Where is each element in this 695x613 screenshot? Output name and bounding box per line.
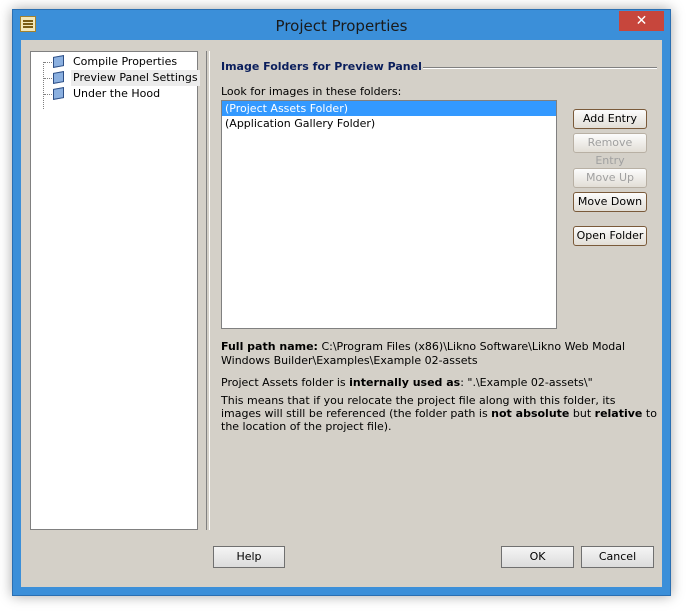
dialog-client-area: Compile Properties Preview Panel Setting… — [21, 40, 662, 587]
cube-icon — [53, 87, 64, 100]
project-properties-window: Project Properties ✕ Compile Properties … — [12, 9, 671, 596]
move-down-button[interactable]: Move Down — [573, 192, 647, 212]
close-button[interactable]: ✕ — [619, 11, 664, 31]
help-button[interactable]: Help — [213, 546, 285, 568]
tree-item-label: Under the Hood — [73, 87, 161, 100]
tree-connector — [43, 62, 44, 109]
list-item-application-gallery-folder[interactable]: (Application Gallery Folder) — [222, 116, 556, 131]
cancel-button[interactable]: Cancel — [581, 546, 654, 568]
settings-tree[interactable]: Compile Properties Preview Panel Setting… — [30, 51, 200, 530]
used-as-bold: internally used as — [349, 376, 461, 389]
ok-button[interactable]: OK — [501, 546, 574, 568]
window-title: Project Properties — [275, 17, 408, 35]
full-path-info: Full path name: C:\Program Files (x86)\L… — [221, 340, 651, 368]
title-bar[interactable]: Project Properties ✕ — [13, 10, 670, 40]
folders-label: Look for images in these folders: — [221, 85, 402, 98]
open-folder-button[interactable]: Open Folder — [573, 226, 647, 246]
tree-item-label: Preview Panel Settings — [71, 70, 200, 86]
cube-icon — [53, 71, 64, 84]
relocate-bold-1: not absolute — [491, 407, 570, 420]
internal-usage-info: Project Assets folder is internally used… — [221, 376, 593, 389]
full-path-label: Full path name: — [221, 340, 318, 353]
relocation-note: This means that if you relocate the proj… — [221, 394, 657, 433]
tree-item-label: Compile Properties — [73, 55, 178, 68]
panel-splitter[interactable] — [206, 51, 210, 530]
cube-icon — [53, 55, 64, 68]
move-up-button[interactable]: Move Up — [573, 168, 647, 188]
used-as-prefix: Project Assets folder is — [221, 376, 346, 389]
list-item-project-assets-folder[interactable]: (Project Assets Folder) — [222, 101, 556, 116]
image-folders-list[interactable]: (Project Assets Folder) (Application Gal… — [221, 100, 557, 329]
add-entry-button[interactable]: Add Entry — [573, 109, 647, 129]
used-as-value: : ".\Example 02-assets\" — [460, 376, 593, 389]
remove-entry-button[interactable]: Remove Entry — [573, 133, 647, 167]
relocate-text-2: but — [572, 407, 592, 420]
relocate-bold-2: relative — [594, 407, 643, 420]
section-divider — [423, 67, 657, 69]
section-title: Image Folders for Preview Panel — [221, 60, 422, 73]
